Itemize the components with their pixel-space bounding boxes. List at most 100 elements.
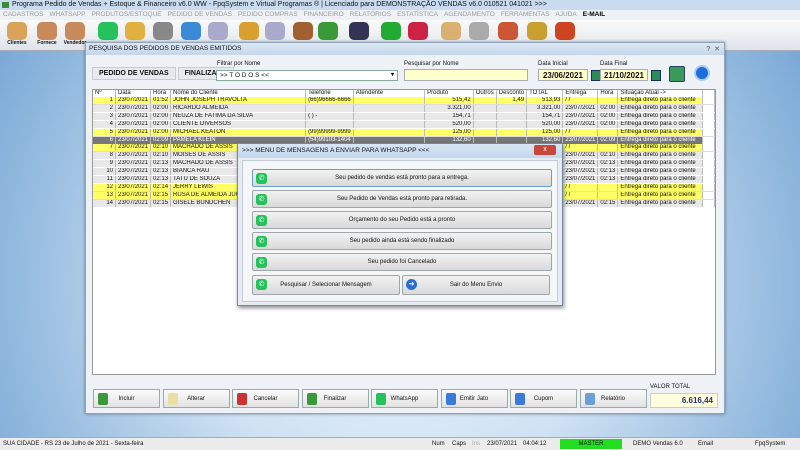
table-cell: 3.321,00 [424,104,474,114]
toolbar-label: Vendedor [63,40,87,46]
menu-item[interactable]: AGENDAMENTO [444,11,495,18]
table-cell: 1,49 [496,97,528,106]
table-cell: RICARDO ALMEIDA [170,104,307,114]
menu-item[interactable]: E-MAIL [583,11,605,18]
option-label: Seu pedido de vendas está pronto para a … [335,175,469,181]
menu-item[interactable]: CADASTROS [3,11,43,18]
column-header[interactable]: Hora [150,90,172,98]
message-option-button[interactable]: ✆ Orçamento do seu Pedido está a pronto [252,211,552,229]
menu-item[interactable]: PRODUTOS/ESTOQUE [91,11,161,18]
table-cell: 154,71 [424,112,474,122]
button-cupom[interactable]: Cupom [510,389,577,408]
status-date: 23/07/2021 [487,441,518,447]
toolbar-button[interactable]: Fornece [34,22,60,48]
table-header: Nº Data Hora Nome do Cliente Telefone Atenden… [93,90,715,98]
status-num: Num [432,441,445,447]
table-cell: Entrega direto para o cliente [617,159,704,169]
table-cell: 02:13 [597,167,619,177]
menu-item[interactable]: RELATÓRIOS [350,11,391,18]
go-arrow-icon[interactable] [694,65,710,81]
table-cell: 02:13 [150,159,172,169]
button-icon [445,393,456,405]
column-header[interactable]: Nº [93,90,116,98]
window-caption: PESQUISA DOS PEDIDOS DE VENDAS EMITIDOS?… [86,43,724,55]
message-option-button[interactable]: ✆ Seu pedido ainda está sendo finalizado [252,232,552,250]
column-header[interactable]: Produto [424,90,474,98]
message-option-button[interactable]: ✆ Seu Pedido de Vendas está pronto para r… [252,190,552,208]
column-header[interactable]: Desconto [496,90,528,98]
table-cell [473,120,497,130]
search-input[interactable] [404,69,528,81]
search-message-button[interactable]: ✆ Pesquisar / Selecionar Mensagem [252,275,400,295]
button-incluir[interactable]: Incluir [93,389,160,408]
scroll-gutter [702,167,715,177]
button-whatsapp[interactable]: WhatsApp [371,389,438,408]
scrollbar[interactable] [702,90,715,98]
menu-item[interactable]: AJUDA [555,11,576,18]
message-option-button[interactable]: ✆ Seu pedido de vendas está pronto para a… [252,169,552,187]
column-header[interactable]: TOTAL [526,90,564,98]
toolbar-icon [498,22,518,40]
help-close-buttons[interactable]: ? ✕ [706,44,720,56]
toolbar-icon [318,22,338,40]
date-start-input[interactable]: 23/06/2021 [538,69,588,81]
toolbar-icon [65,22,85,40]
close-button[interactable]: x [534,145,556,155]
filter-select[interactable]: >> T O D O S << ▾ [216,70,398,81]
option-label: Seu pedido foi Cancelado [367,259,437,265]
button-relatrio[interactable]: Relatório [579,389,647,408]
calendar-icon[interactable] [651,70,661,81]
table-cell: 02:15 [150,191,172,201]
toolbar-icon [208,22,228,40]
date-end-input[interactable]: 21/10/2021 [600,69,648,81]
toolbar-button[interactable]: Clientes [4,22,30,48]
table-cell: 3.321,00 [526,104,564,114]
column-header[interactable]: Entrega [562,90,599,98]
status-ins: Ins [472,441,481,447]
column-header[interactable]: Situação Atual -> [617,90,704,98]
button-emitirjato[interactable]: Emitir Jato [440,389,508,408]
menu-item[interactable]: ESTATÍSTICA [397,11,438,18]
table-cell: 02:00 [150,128,172,138]
menu-item[interactable]: FERRAMENTAS [501,11,550,18]
column-header[interactable]: Telefone [305,90,354,98]
menu-item[interactable]: PEDIDO COMPRAS [238,11,298,18]
table-cell [473,128,497,138]
table-row[interactable]: 1 23/07/2021 01:52 JOHN JOSEPH TRAVOLTA (66)… [93,97,715,106]
column-header[interactable]: Hora [597,90,619,98]
button-label: Cupom [533,396,554,402]
button-label: Incluir [118,396,135,402]
column-header[interactable]: Outros [473,90,497,98]
column-header[interactable]: Nome do Cliente [170,90,307,98]
menu-item[interactable]: PEDIDO DE VENDAS [168,11,232,18]
table-cell: 23/07/2021 [115,128,152,138]
table-cell: Entrega direto para o cliente [617,151,704,161]
button-icon [584,393,595,405]
table-cell: 520,00 [424,120,474,130]
table-row[interactable]: 5 23/07/2021 02:00 MICHAEL KEATON (99)99999-… [93,128,715,138]
table-row[interactable]: 2 23/07/2021 02:00 RICARDO ALMEIDA 3.321,00 3… [93,104,715,114]
column-header[interactable]: Data [115,90,152,98]
table-row[interactable]: 3 23/07/2021 02:00 NEUZA DE FATIMA DA SILVA… [93,112,715,122]
tab-pedido-de-vendas[interactable]: PEDIDO DE VENDAS [92,67,176,80]
column-header[interactable]: Atendente [353,90,426,98]
toolbar-icon [469,22,489,40]
option-label: Orçamento do seu Pedido está a pronto [348,217,456,223]
table-row[interactable]: 4 23/07/2021 02:00 CLIENTE DIVERSOS 520,00 52… [93,120,715,130]
menu-item[interactable]: FINANCEIRO [304,11,344,18]
scroll-gutter [702,199,715,209]
exit-message-button[interactable]: ➜ Sair do Menu Envio [402,275,550,295]
menu-item[interactable]: WHATSAPP [49,11,85,18]
button-alterar[interactable]: Alterar [162,389,230,408]
table-cell: 14 [93,199,116,209]
toolbar-label: Fornece [37,40,57,46]
button-cancelar[interactable]: Cancelar [232,389,299,408]
status-email[interactable]: Email [698,438,713,450]
table-cell [473,104,497,114]
table-cell: 12 [93,183,116,193]
table-cell: 9 [93,159,116,169]
refresh-icon[interactable] [669,66,685,82]
table-cell [353,112,426,122]
message-option-button[interactable]: ✆ Seu pedido foi Cancelado [252,253,552,271]
button-finalizar[interactable]: Finalizar [301,389,369,408]
